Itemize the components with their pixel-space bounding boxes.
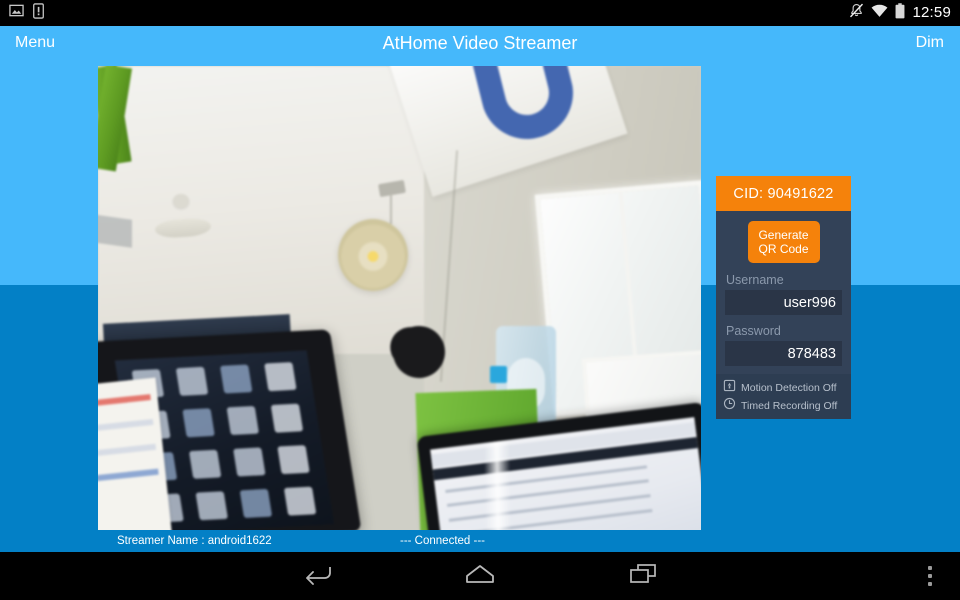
clock-time: 12:59 (912, 4, 951, 21)
nav-overflow-menu-button[interactable] (912, 552, 948, 600)
motion-detection-row[interactable]: Motion Detection Off (723, 379, 844, 397)
overflow-dot (928, 574, 932, 578)
recording-status-tile[interactable]: Motion Detection Off Timed Recording Off (716, 374, 851, 419)
streamer-name: Streamer Name : android1622 (117, 535, 272, 547)
android-navigation-bar (0, 552, 960, 600)
generate-qr-code-button[interactable]: Generate QR Code (747, 221, 820, 263)
clock-icon (723, 397, 736, 415)
scene-laptop-screen (429, 416, 701, 530)
overflow-dot (928, 582, 932, 586)
back-arrow-icon (303, 563, 333, 590)
scene-lamp-cord (390, 193, 393, 224)
camera-scene (98, 66, 701, 530)
nav-back-button[interactable] (270, 552, 366, 600)
video-preview[interactable] (98, 66, 701, 530)
timed-recording-row[interactable]: Timed Recording Off (723, 397, 844, 415)
dim-button[interactable]: Dim (916, 34, 944, 52)
overflow-dot (928, 566, 932, 570)
ringer-silent-icon (849, 3, 864, 23)
nav-home-button[interactable] (432, 552, 528, 600)
motion-detection-icon (723, 379, 736, 397)
menu-button[interactable]: Menu (15, 34, 55, 52)
screenshot-notification-icon (9, 3, 24, 23)
scene-pendant-lamp (337, 219, 408, 292)
recent-apps-icon (629, 563, 657, 590)
status-bar-system-icons: 12:59 (849, 2, 960, 24)
scene-bottle-label (489, 366, 507, 384)
device-screen: 12:59 Menu AtHome Video Streamer Dim CID… (0, 0, 960, 600)
cid-header: CID: 90491622 (716, 176, 851, 211)
connection-status: --- Connected --- (400, 535, 485, 547)
credentials-body: Generate QR Code Username Password (716, 211, 851, 378)
android-status-bar: 12:59 (0, 0, 960, 26)
home-icon (465, 564, 495, 589)
scene-duct (98, 213, 132, 248)
app-title-bar: Menu AtHome Video Streamer Dim (0, 26, 960, 60)
sim-card-warning-icon (33, 2, 44, 24)
status-bar-notifications (0, 2, 44, 24)
password-input[interactable] (725, 341, 842, 366)
username-input[interactable] (725, 290, 842, 315)
nav-recent-apps-button[interactable] (595, 552, 691, 600)
timed-recording-label: Timed Recording Off (741, 400, 838, 412)
stream-info-bar: Streamer Name : android1622 --- Connecte… (98, 530, 701, 552)
page-title: AtHome Video Streamer (382, 32, 578, 53)
password-label: Password (726, 324, 781, 338)
scene-smoke-detector (173, 193, 190, 208)
qr-button-line2: QR Code (758, 242, 809, 256)
username-label: Username (726, 273, 784, 287)
connection-info-panel: CID: 90491622 Generate QR Code Username … (716, 176, 851, 378)
battery-icon (895, 2, 905, 24)
wifi-icon (871, 4, 888, 23)
qr-button-line1: Generate (758, 228, 809, 242)
motion-detection-label: Motion Detection Off (741, 382, 837, 394)
